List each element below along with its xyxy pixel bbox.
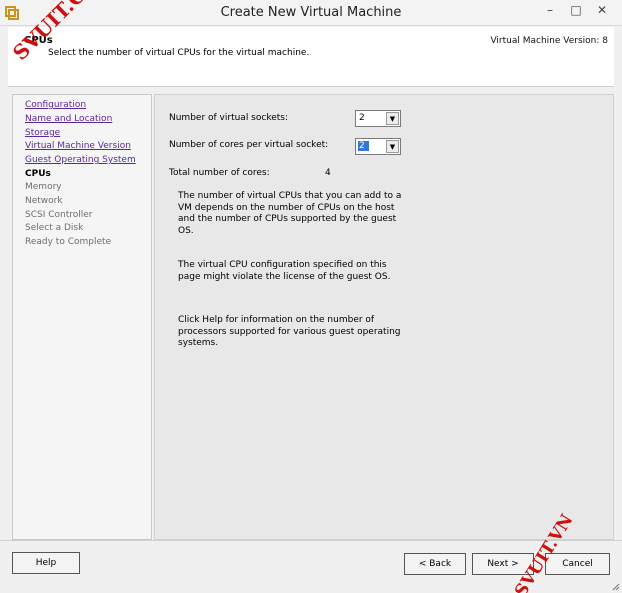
window-title: Create New Virtual Machine bbox=[220, 5, 402, 20]
nav-step-storage[interactable]: Storage bbox=[25, 128, 60, 138]
sockets-dropdown[interactable]: 2 ▼ bbox=[355, 110, 401, 127]
nav-step-name-and-location[interactable]: Name and Location bbox=[25, 114, 112, 124]
chevron-down-icon[interactable]: ▼ bbox=[386, 140, 399, 153]
maximize-button[interactable]: □ bbox=[563, 1, 589, 19]
sockets-label: Number of virtual sockets: bbox=[169, 113, 289, 123]
wizard-steps-nav: Configuration Name and Location Storage … bbox=[12, 94, 152, 540]
nav-step-memory: Memory bbox=[25, 182, 62, 192]
nav-step-guest-operating-system[interactable]: Guest Operating System bbox=[25, 155, 136, 165]
nav-step-scsi-controller: SCSI Controller bbox=[25, 210, 93, 220]
title-bar: Create New Virtual Machine – □ ✕ bbox=[0, 0, 622, 26]
info-license-warning: The virtual CPU configuration specified … bbox=[178, 260, 391, 282]
resize-grip-icon[interactable] bbox=[610, 581, 620, 591]
page-title: CPUs bbox=[24, 35, 53, 46]
close-button[interactable]: ✕ bbox=[589, 1, 615, 19]
nav-step-configuration[interactable]: Configuration bbox=[25, 100, 86, 110]
cores-per-socket-value: 2 bbox=[358, 141, 369, 151]
nav-step-virtual-machine-version[interactable]: Virtual Machine Version bbox=[25, 141, 131, 151]
vm-version-label: Virtual Machine Version: 8 bbox=[490, 36, 608, 46]
info-help-hint: Click Help for information on the number… bbox=[178, 315, 401, 348]
back-button[interactable]: < Back bbox=[404, 553, 466, 575]
wizard-header: CPUs Select the number of virtual CPUs f… bbox=[8, 27, 614, 87]
info-cpu-limits: The number of virtual CPUs that you can … bbox=[178, 191, 402, 236]
help-button[interactable]: Help bbox=[12, 552, 80, 574]
sockets-value: 2 bbox=[359, 113, 365, 123]
chevron-down-icon[interactable]: ▼ bbox=[386, 112, 399, 125]
next-button[interactable]: Next > bbox=[472, 553, 534, 575]
cores-per-socket-dropdown[interactable]: 2 ▼ bbox=[355, 138, 401, 155]
nav-step-network: Network bbox=[25, 196, 63, 206]
page-description: Select the number of virtual CPUs for th… bbox=[48, 48, 310, 58]
minimize-button[interactable]: – bbox=[537, 1, 563, 19]
nav-step-ready-to-complete: Ready to Complete bbox=[25, 237, 112, 247]
nav-step-cpus: CPUs bbox=[25, 169, 51, 179]
nav-step-select-a-disk: Select a Disk bbox=[25, 223, 84, 233]
cores-per-socket-label: Number of cores per virtual socket: bbox=[169, 140, 329, 150]
total-cores-value: 4 bbox=[325, 168, 331, 178]
wizard-footer: Help < Back Next > Cancel bbox=[0, 540, 622, 593]
total-cores-label: Total number of cores: bbox=[169, 168, 270, 178]
cancel-button[interactable]: Cancel bbox=[545, 553, 610, 575]
